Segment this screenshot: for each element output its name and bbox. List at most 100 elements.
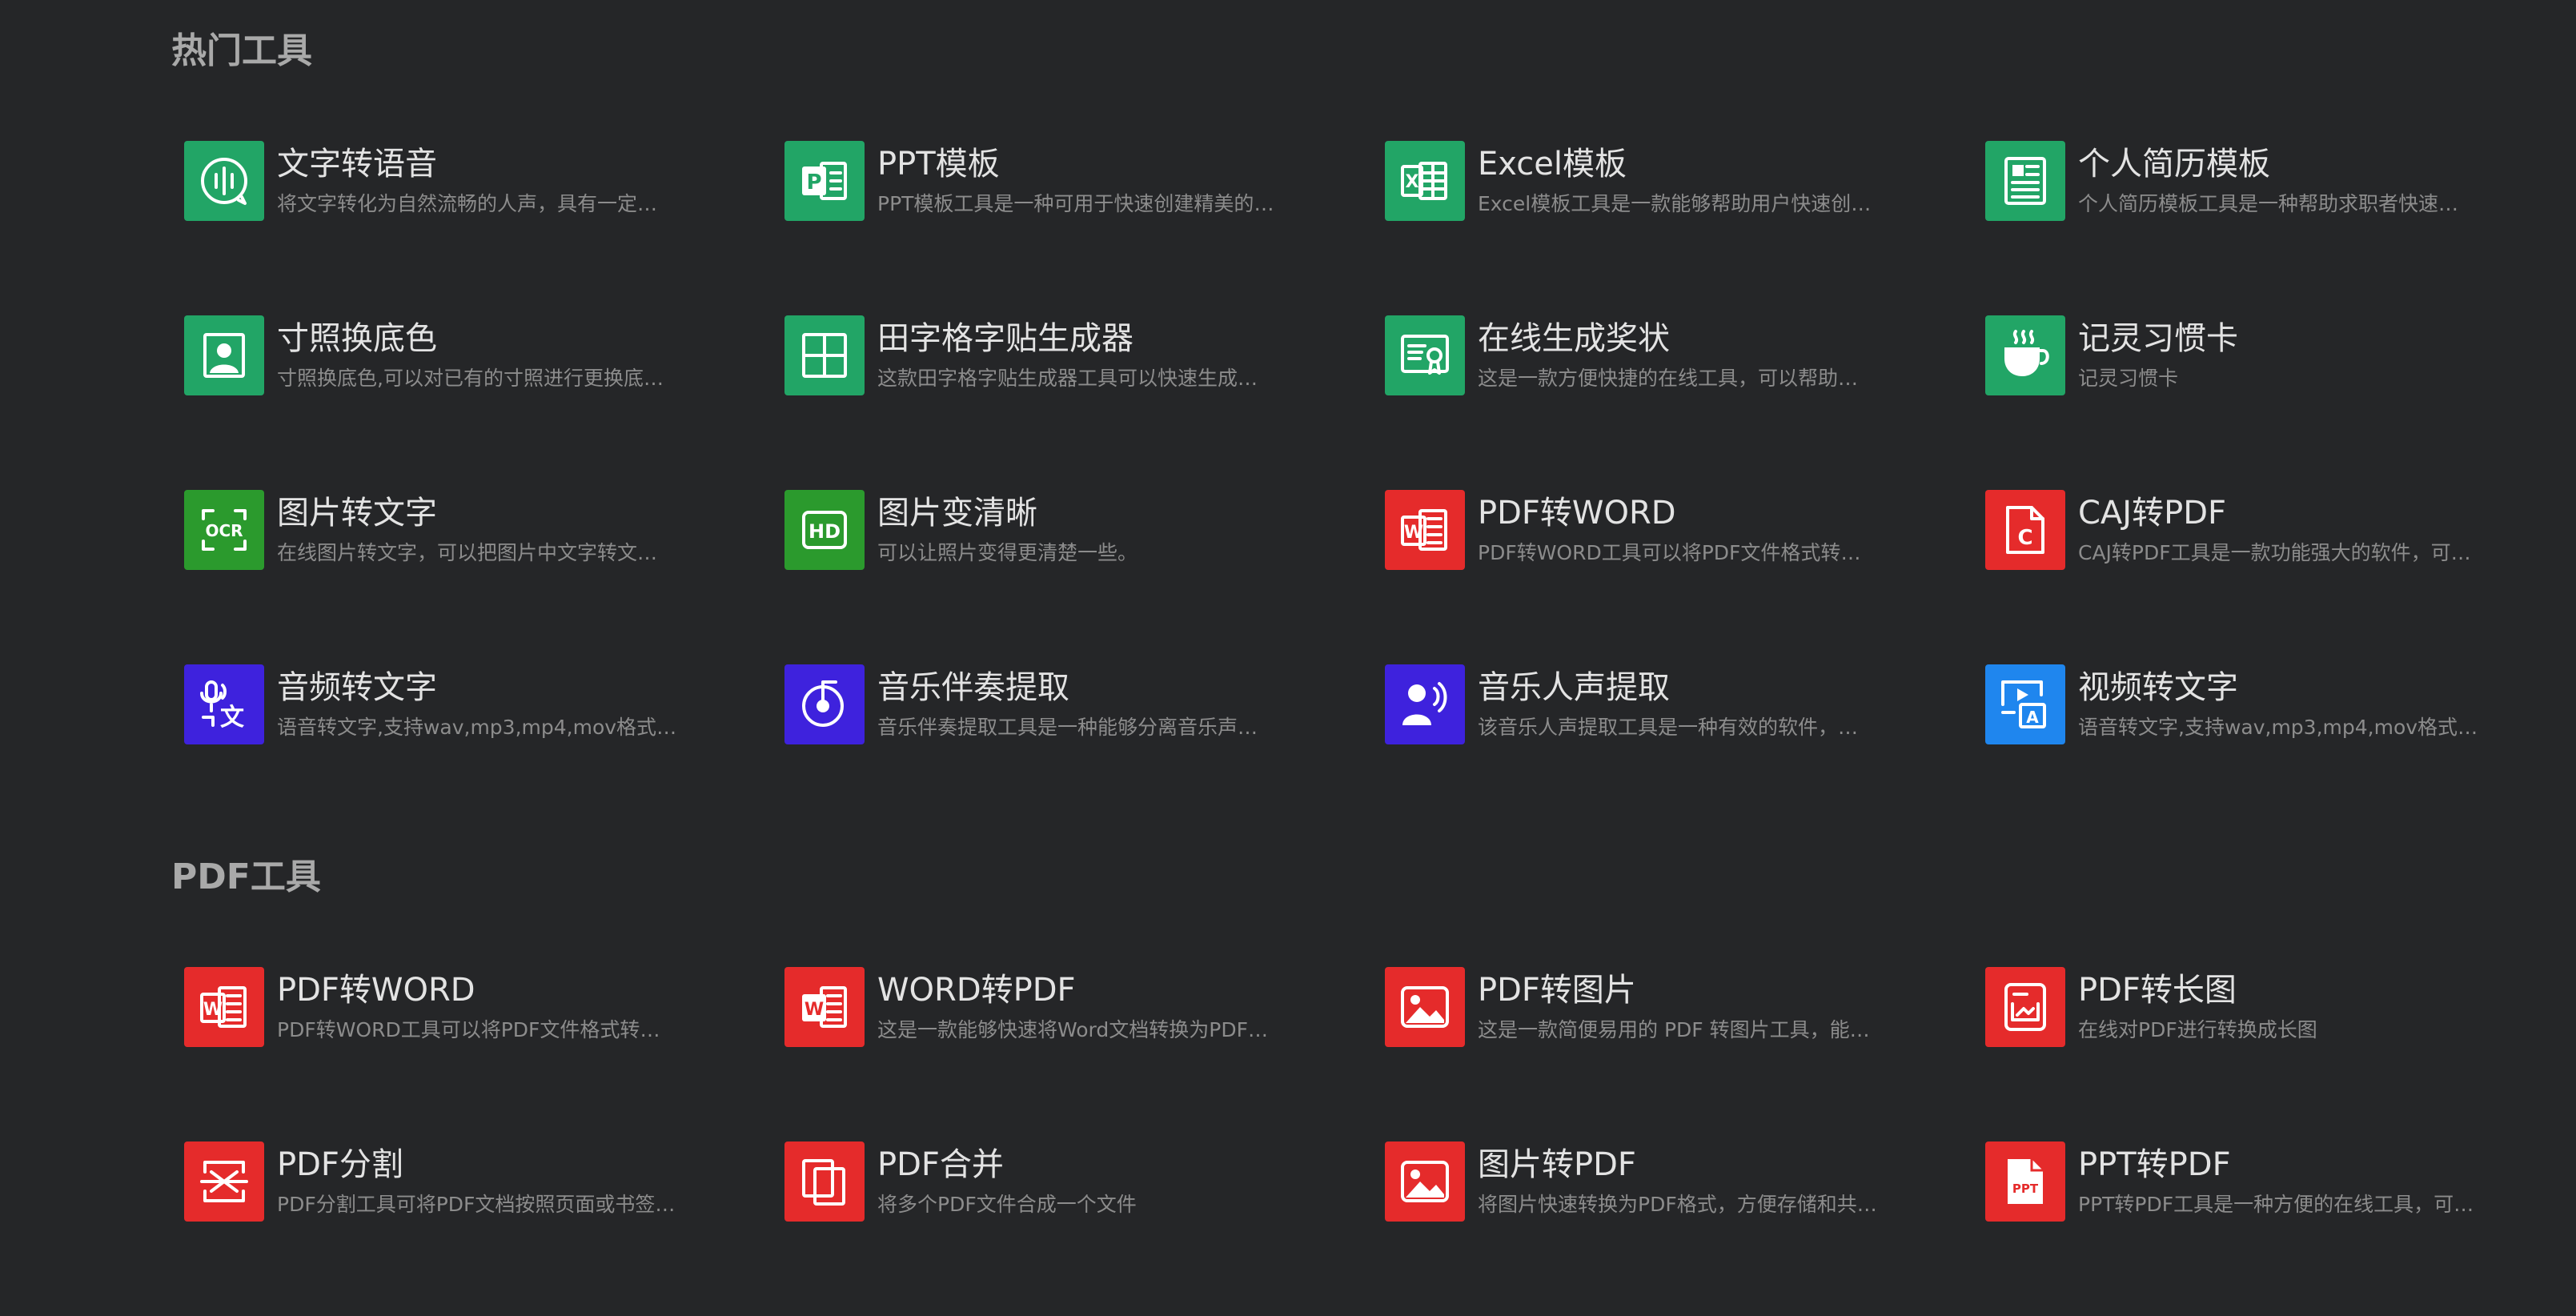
tool-description: CAJ转PDF工具是一款功能强大的软件，可以转换 xyxy=(2078,541,2478,564)
tool-card[interactable]: 田字格字贴生成器这款田字格字贴生成器工具可以快速生成定制字帖 xyxy=(784,315,1385,490)
tool-description: 将图片快速转换为PDF格式，方便存储和共享文件 xyxy=(1478,1193,1878,1216)
tool-name: Excel模板 xyxy=(1478,146,1627,183)
tool-name: PDF合并 xyxy=(877,1146,1004,1183)
tool-description: 可以让照片变得更清楚一些。 xyxy=(877,541,1138,564)
tool-description: 音乐伴奏提取工具是一种能够分离音乐声和人声的工具 xyxy=(877,716,1278,739)
tool-name: 田字格字贴生成器 xyxy=(877,320,1134,357)
merge-icon xyxy=(784,1141,865,1222)
tool-name: 寸照换底色 xyxy=(277,320,437,357)
tool-card[interactable]: 图片转PDF 将图片快速转换为PDF格式，方便存储和共享文件 xyxy=(1385,1141,1985,1316)
tool-card[interactable]: PDF合并将多个PDF文件合成一个文件 xyxy=(784,1141,1385,1316)
svg-text:HD: HD xyxy=(809,520,841,543)
long-image-icon xyxy=(1985,967,2065,1047)
tool-card[interactable]: X Excel模板 Excel模板工具是一款能够帮助用户快速创建表格 xyxy=(1385,141,1985,315)
svg-text:文: 文 xyxy=(220,704,244,732)
tool-description: 个人简历模板工具是一种帮助求职者快速创建简历 xyxy=(2078,192,2478,215)
tool-card[interactable]: 在线生成奖状这是一款方便快捷的在线工具，可以帮助您生成奖状 xyxy=(1385,315,1985,490)
hot-tools-grid: 文字转语音将文字转化为自然流畅的人声，具有一定的应用价值 P PPT模板 PPT模板工… xyxy=(184,141,2576,839)
tool-name: PDF转WORD xyxy=(277,972,475,1009)
id-photo-icon xyxy=(184,315,264,395)
image-icon xyxy=(1385,967,1465,1047)
tool-card[interactable]: W PDF转WORD PDF转WORD工具可以将PDF文件格式转化为WORD xyxy=(184,967,784,1141)
tool-name: 在线生成奖状 xyxy=(1478,320,1670,357)
coffee-cup-icon xyxy=(1985,315,2065,395)
tool-card[interactable]: P PPT模板 PPT模板工具是一种可用于快速创建精美的演示文稿 xyxy=(784,141,1385,315)
ocr-icon: OCR xyxy=(184,490,264,570)
tool-name: 图片转PDF xyxy=(1478,1146,1636,1183)
tool-card[interactable]: 音乐人声提取该音乐人声提取工具是一种有效的软件，可以提取人声 xyxy=(1385,664,1985,839)
certificate-icon xyxy=(1385,315,1465,395)
tool-name: 音乐人声提取 xyxy=(1478,669,1670,706)
svg-text:W: W xyxy=(1404,523,1423,543)
tool-description: PDF分割工具可将PDF文档按照页面或书签进行分割 xyxy=(277,1193,677,1216)
excel-icon: X xyxy=(1385,141,1465,221)
tool-name: PPT模板 xyxy=(877,146,1000,183)
tool-description: PDF转WORD工具可以将PDF文件格式转化为WORD xyxy=(1478,541,1878,564)
tool-name: 记灵习惯卡 xyxy=(2078,320,2238,357)
tool-card[interactable]: OCR 图片转文字在线图片转文字，可以把图片中文字转文本内容 xyxy=(184,490,784,664)
tool-description: PPT模板工具是一种可用于快速创建精美的演示文稿 xyxy=(877,192,1278,215)
tool-name: 文字转语音 xyxy=(277,146,437,183)
word-icon: W xyxy=(1385,490,1465,570)
tool-card[interactable]: PDF转图片这是一款简便易用的 PDF 转图片工具，能够快速转换 xyxy=(1385,967,1985,1141)
ppt-file-icon: PPT xyxy=(1985,1141,2065,1222)
tool-description: 这是一款简便易用的 PDF 转图片工具，能够快速转换 xyxy=(1478,1018,1878,1041)
tool-card[interactable]: PPT PPT转PDF PPT转PDF工具是一种方便的在线工具，可以转换 xyxy=(1985,1141,2576,1316)
image-icon xyxy=(1385,1141,1465,1222)
tool-name: WORD转PDF xyxy=(877,972,1076,1009)
tool-card[interactable]: PDF转长图在线对PDF进行转换成长图 xyxy=(1985,967,2576,1141)
tool-card[interactable]: A 视频转文字语音转文字,支持wav,mp3,mp4,mov格式中文识别 xyxy=(1985,664,2576,839)
section-title-hot-tools: 热门工具 xyxy=(171,30,312,71)
tool-card[interactable]: PDF分割 PDF分割工具可将PDF文档按照页面或书签进行分割 xyxy=(184,1141,784,1316)
svg-text:P: P xyxy=(806,171,821,195)
tool-card[interactable]: HD 图片变清晰可以让照片变得更清楚一些。 xyxy=(784,490,1385,664)
pdf-tools-grid: W PDF转WORD PDF转WORD工具可以将PDF文件格式转化为WORD W WOR… xyxy=(184,967,2576,1316)
tool-card[interactable]: 寸照换底色 寸照换底色,可以对已有的寸照进行更换底色。 xyxy=(184,315,784,490)
tool-name: 图片转文字 xyxy=(277,495,437,532)
tool-description: 语音转文字,支持wav,mp3,mp4,mov格式中文识别 xyxy=(2078,716,2478,739)
caj-file-icon: C xyxy=(1985,490,2065,570)
tool-description: 这是一款能够快速将Word文档转换为PDF格式的工具 xyxy=(877,1018,1278,1041)
svg-text:C: C xyxy=(2017,526,2032,550)
tool-name: PDF分割 xyxy=(277,1146,403,1183)
tool-description: 在线对PDF进行转换成长图 xyxy=(2078,1018,2317,1041)
tool-name: 音频转文字 xyxy=(277,669,437,706)
tool-name: PDF转长图 xyxy=(2078,972,2237,1009)
section-title-pdf-tools: PDF工具 xyxy=(171,857,321,897)
tool-description: 语音转文字,支持wav,mp3,mp4,mov格式中文识别 xyxy=(277,716,677,739)
word-doc-icon: W xyxy=(784,967,865,1047)
svg-text:OCR: OCR xyxy=(205,521,243,540)
resume-icon xyxy=(1985,141,2065,221)
tool-description: 记灵习惯卡 xyxy=(2078,367,2179,390)
tool-description: 在线图片转文字，可以把图片中文字转文本内容 xyxy=(277,541,677,564)
hd-icon: HD xyxy=(784,490,865,570)
tool-description: PDF转WORD工具可以将PDF文件格式转化为WORD xyxy=(277,1018,677,1041)
tool-card[interactable]: 记灵习惯卡 记灵习惯卡 xyxy=(1985,315,2576,490)
svg-text:X: X xyxy=(1406,172,1419,192)
tool-name: PDF转图片 xyxy=(1478,972,1636,1009)
video-to-text-icon: A xyxy=(1985,664,2065,744)
tool-name: 图片变清晰 xyxy=(877,495,1037,532)
tool-card[interactable]: W WORD转PDF 这是一款能够快速将Word文档转换为PDF格式的工具 xyxy=(784,967,1385,1141)
tool-card[interactable]: 个人简历模板 个人简历模板工具是一种帮助求职者快速创建简历 xyxy=(1985,141,2576,315)
tool-card[interactable]: W PDF转WORD PDF转WORD工具可以将PDF文件格式转化为WORD xyxy=(1385,490,1985,664)
grid-icon xyxy=(784,315,865,395)
tool-description: PPT转PDF工具是一种方便的在线工具，可以转换 xyxy=(2078,1193,2478,1216)
tool-description: 将文字转化为自然流畅的人声，具有一定的应用价值 xyxy=(277,192,677,215)
tool-name: PDF转WORD xyxy=(1478,495,1676,532)
music-disc-icon xyxy=(784,664,865,744)
tool-card[interactable]: 音乐伴奏提取音乐伴奏提取工具是一种能够分离音乐声和人声的工具 xyxy=(784,664,1385,839)
audio-to-text-icon: 文 xyxy=(184,664,264,744)
tool-description: 该音乐人声提取工具是一种有效的软件，可以提取人声 xyxy=(1478,716,1878,739)
svg-text:PPT: PPT xyxy=(2012,1182,2039,1196)
tool-description: 这是一款方便快捷的在线工具，可以帮助您生成奖状 xyxy=(1478,367,1878,390)
tool-description: Excel模板工具是一款能够帮助用户快速创建表格 xyxy=(1478,192,1878,215)
tool-description: 这款田字格字贴生成器工具可以快速生成定制字帖 xyxy=(877,367,1278,390)
tool-description: 将多个PDF文件合成一个文件 xyxy=(877,1193,1137,1216)
tool-card[interactable]: 文 音频转文字语音转文字,支持wav,mp3,mp4,mov格式中文识别 xyxy=(184,664,784,839)
tool-name: 音乐伴奏提取 xyxy=(877,669,1069,706)
tool-card[interactable]: 文字转语音将文字转化为自然流畅的人声，具有一定的应用价值 xyxy=(184,141,784,315)
tool-card[interactable]: C CAJ转PDF CAJ转PDF工具是一款功能强大的软件，可以转换 xyxy=(1985,490,2576,664)
vocal-icon xyxy=(1385,664,1465,744)
tool-name: 视频转文字 xyxy=(2078,669,2238,706)
